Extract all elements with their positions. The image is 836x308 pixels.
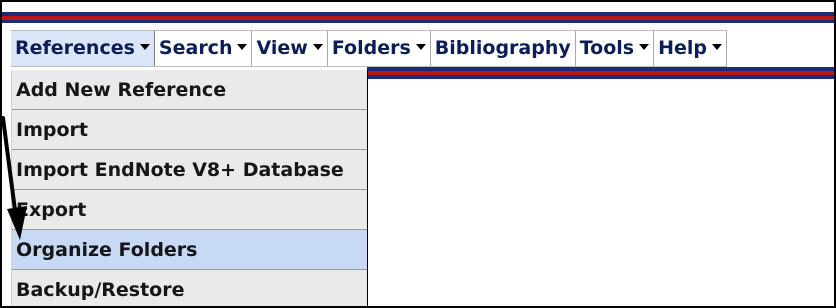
header-banner-red-line bbox=[2, 16, 834, 20]
menu-bibliography-label: Bibliography bbox=[434, 37, 571, 59]
menu-bar: References Search View Folders Bibliogra… bbox=[11, 30, 728, 67]
chevron-down-icon bbox=[712, 43, 723, 50]
chevron-down-icon bbox=[639, 43, 650, 50]
menu-search[interactable]: Search bbox=[155, 31, 253, 66]
chevron-down-icon bbox=[415, 43, 426, 50]
menu-option-import-endnote-database[interactable]: Import EndNote V8+ Database bbox=[12, 150, 367, 190]
menu-option-add-new-reference[interactable]: Add New Reference bbox=[12, 70, 367, 110]
chevron-down-icon bbox=[237, 43, 248, 50]
menu-references-label: References bbox=[15, 37, 135, 59]
menu-view[interactable]: View bbox=[252, 31, 328, 66]
menu-tools-label: Tools bbox=[579, 37, 635, 59]
menu-option-import[interactable]: Import bbox=[12, 110, 367, 150]
menu-option-export[interactable]: Export bbox=[12, 190, 367, 230]
menu-option-organize-folders[interactable]: Organize Folders bbox=[12, 230, 367, 270]
menu-option-backup-restore[interactable]: Backup/Restore bbox=[12, 270, 367, 306]
menu-folders-label: Folders bbox=[331, 37, 411, 59]
menu-view-label: View bbox=[256, 37, 308, 59]
menu-help[interactable]: Help bbox=[654, 31, 728, 66]
menu-folders[interactable]: Folders bbox=[328, 31, 431, 66]
screenshot-frame: References Search View Folders Bibliogra… bbox=[0, 0, 836, 308]
chevron-down-icon bbox=[312, 43, 323, 50]
menu-search-label: Search bbox=[158, 37, 233, 59]
menu-references[interactable]: References bbox=[11, 31, 155, 66]
chevron-down-icon bbox=[139, 43, 150, 50]
references-dropdown-menu: Add New Reference Import Import EndNote … bbox=[11, 70, 368, 306]
menubar-underline-red-line bbox=[367, 71, 834, 75]
menu-help-label: Help bbox=[658, 37, 708, 59]
menu-bibliography[interactable]: Bibliography bbox=[431, 31, 576, 66]
menu-tools[interactable]: Tools bbox=[576, 31, 655, 66]
